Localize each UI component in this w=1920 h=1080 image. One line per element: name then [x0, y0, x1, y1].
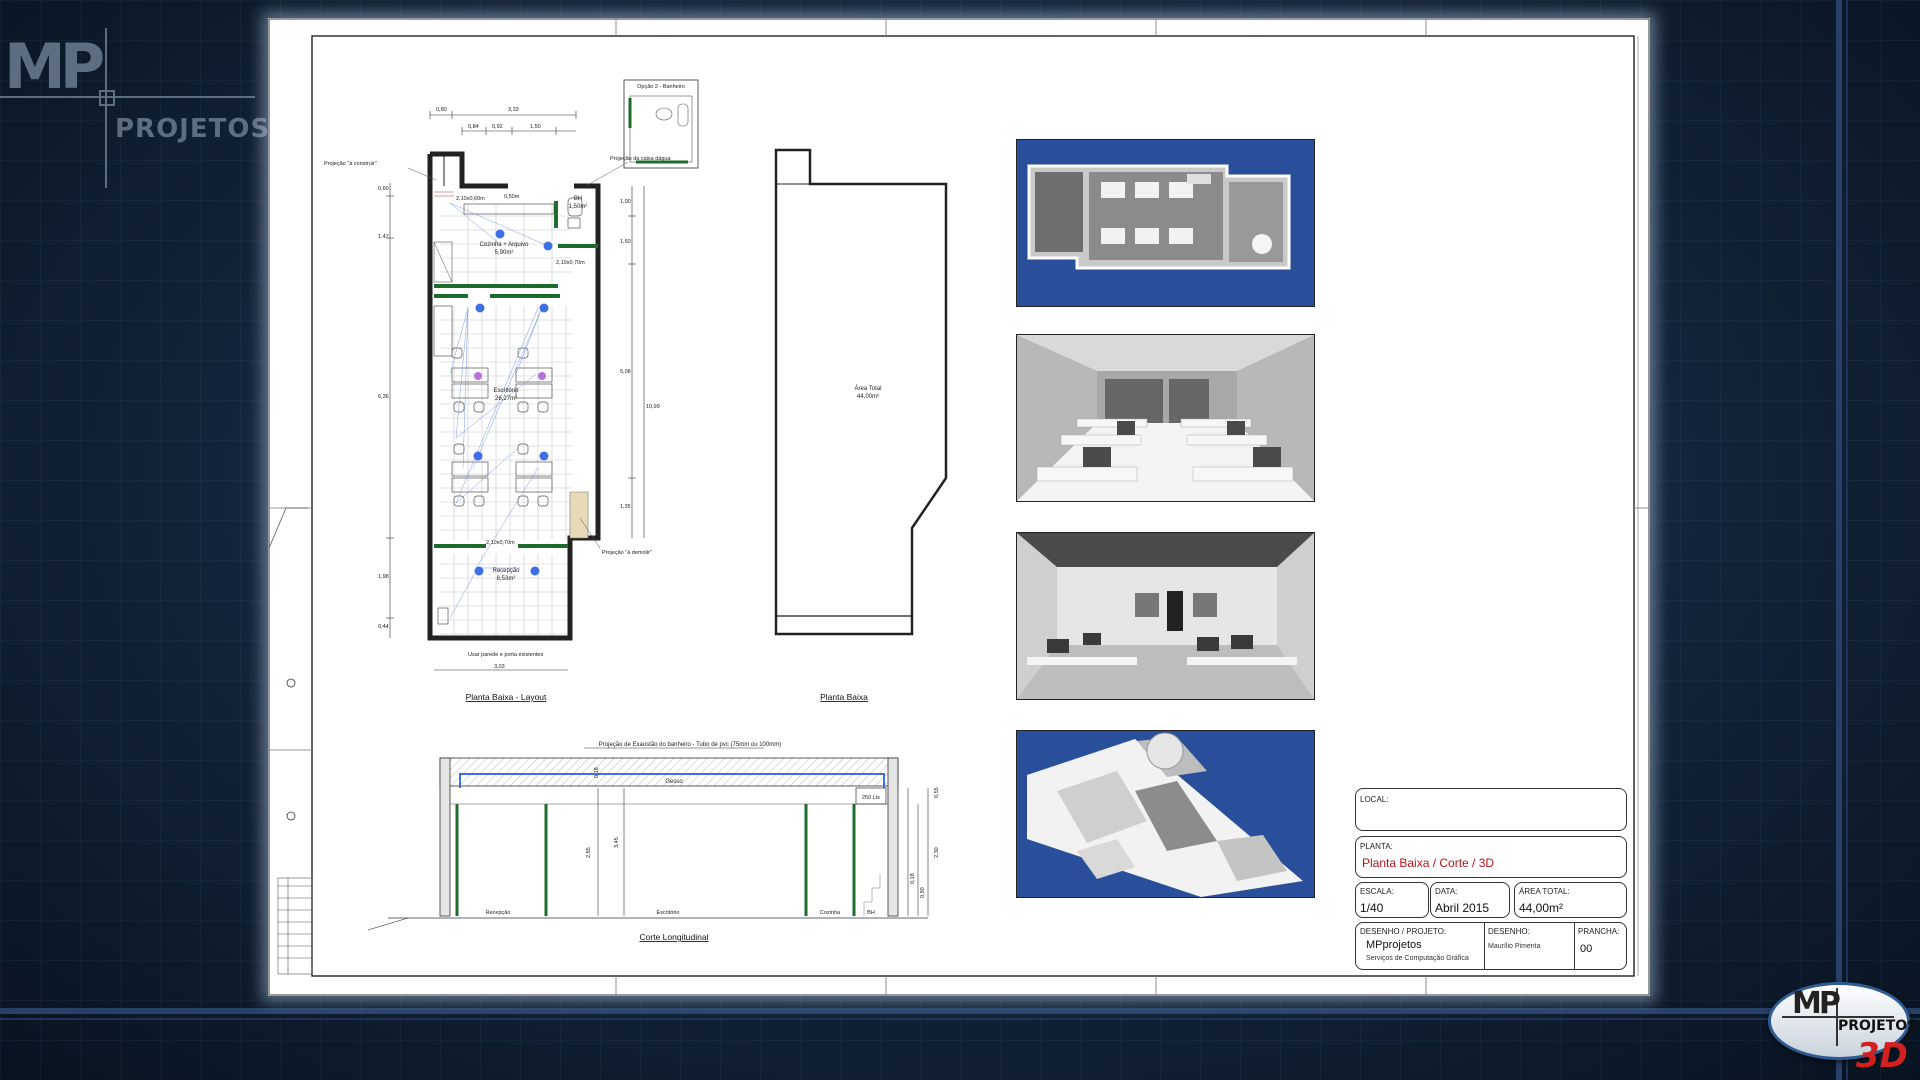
bottom-stripe [0, 1008, 1920, 1014]
tag-label: 0,50m [504, 194, 520, 200]
punch-hole [286, 811, 296, 821]
room-name-kitchen: Cozinha + Arquivo [480, 242, 530, 248]
floorplan-dims: 0,80 3,33 0,84 0,92 1,50 0,60 1,47 6,36 … [378, 107, 660, 670]
section-gesso: Gesso [665, 779, 683, 785]
dim-label: 1,00 [620, 199, 631, 205]
render-office-view-2 [1016, 532, 1315, 700]
dim-label: 0,60 [378, 186, 389, 192]
data-label: DATA: [1435, 887, 1458, 896]
right-stripe-thin [1846, 0, 1848, 1080]
logo-br-mp: MP [1792, 986, 1841, 1021]
desenho-value: Maurílio Pimenta [1488, 943, 1541, 950]
tag-label: 2,10x0,60m [456, 196, 485, 202]
dim-label: 3,03 [494, 664, 505, 670]
title-block-planta: PLANTA: Planta Baixa / Corte / 3D [1355, 836, 1627, 878]
dim-label: 1,47 [378, 234, 389, 240]
title-block-area: ÁREA TOTAL: 44,00m² [1514, 882, 1627, 918]
room-area-wc: 1,50m² [569, 204, 588, 210]
escala-value: 1/40 [1360, 901, 1384, 915]
bottom-stripe-thin [0, 1018, 1920, 1020]
render-3d-axonometric [1016, 730, 1315, 898]
plan-title: Planta Baixa [820, 692, 868, 702]
planta-label: PLANTA: [1360, 842, 1393, 851]
projeto-label: DESENHO / PROJETO: [1360, 927, 1447, 936]
section-title: Corte Longitudinal [640, 932, 709, 942]
prancha-value: 00 [1580, 943, 1593, 955]
dim-label: 6,36 [378, 394, 389, 400]
note-build: Projeção "à construir" [324, 161, 377, 167]
tag-label: 2,10x0,70m [556, 260, 585, 266]
dim-label: 1,60 [620, 239, 631, 245]
floorplan-title: Planta Baixa - Layout [466, 692, 547, 702]
right-stripe [1836, 0, 1842, 1080]
plan-area-label: Área Total [855, 385, 882, 392]
section-cut: Projeção de Exaustão do banheiro - Tubo … [367, 742, 940, 942]
section-dim: 2,85 [586, 847, 592, 858]
section-dim: 3,45 [614, 837, 620, 848]
room-area-kitchen: 5,90m² [495, 250, 514, 256]
planta-value: Planta Baixa / Corte / 3D [1362, 856, 1495, 870]
data-value: Abril 2015 [1435, 901, 1490, 915]
plan-outline: Área Total 44,00m² Planta Baixa [774, 148, 948, 702]
section-room: Cozinha [820, 910, 841, 916]
dim-label: 3,33 [508, 107, 519, 113]
plan-area-value: 44,00m² [857, 394, 879, 400]
section-room: Escritório [657, 910, 680, 916]
section-dim: 0,90 [920, 887, 926, 898]
dim-label: 0,92 [492, 124, 503, 130]
section-tank: 250 Lts [862, 795, 880, 801]
title-block-local: LOCAL: [1355, 788, 1627, 831]
punch-hole [286, 678, 296, 688]
floorplan-layout: 0,80 3,33 0,84 0,92 1,50 0,60 1,47 6,36 … [324, 79, 699, 702]
logo-br-projetos: PROJETOS [1838, 1018, 1918, 1034]
title-block-escala: ESCALA: 1/40 [1355, 882, 1429, 918]
render-office-view-1 [1016, 334, 1315, 502]
logo-mp-text: MP [4, 30, 105, 103]
section-dim: 2,30 [934, 847, 940, 858]
local-label: LOCAL: [1360, 795, 1389, 804]
section-note: Projeção de Exaustão do banheiro - Tubo … [599, 742, 781, 748]
dim-label: 1,50 [530, 124, 541, 130]
note-existing-wall: Usar parede e porta existentes [468, 652, 543, 658]
desenho-label: DESENHO: [1488, 927, 1530, 936]
drawing-sheet: 0,80 3,33 0,84 0,92 1,50 0,60 1,47 6,36 … [268, 18, 1650, 996]
section-dim: 0,55 [934, 787, 940, 798]
mp-projetos-3d-logo: MP PROJETOS 3D [1764, 978, 1918, 1078]
note-demolish: Projeção "à demolir" [602, 550, 652, 556]
room-area-office: 26,27m² [495, 396, 517, 402]
logo-projetos-text: PROJETOS [115, 114, 271, 144]
title-block-projeto: DESENHO / PROJETO: MPprojetos Serviços d… [1355, 922, 1627, 970]
title-block-data: DATA: Abril 2015 [1430, 882, 1510, 918]
escala-label: ESCALA: [1360, 887, 1394, 896]
bathroom-option-box [623, 79, 699, 169]
mp-projetos-logo-top: MP PROJETOS [0, 28, 269, 198]
dim-label: 0,80 [436, 107, 447, 113]
dim-label: 0,84 [468, 124, 479, 130]
room-name-reception: Recepção [492, 568, 520, 574]
area-value: 44,00m² [1519, 901, 1564, 915]
logo-br-3d: 3D [1856, 1036, 1908, 1076]
section-dim: 0,18 [910, 873, 916, 884]
tag-label: 2,10x0,70m [486, 540, 515, 546]
room-name-office: Escritório [493, 388, 519, 394]
room-name-wc: BH [574, 196, 582, 202]
dim-label: 1,98 [378, 574, 389, 580]
bathroom-option-title: Opção 2 - Banheiro [637, 84, 685, 90]
dim-label: 0,44 [378, 624, 389, 630]
note-water-tank: Projeção da caixa dágua [610, 156, 671, 162]
prancha-label: PRANCHA: [1578, 927, 1620, 936]
dim-label: 10,99 [646, 404, 660, 410]
projeto-sub: Serviços de Computação Gráfica [1366, 955, 1469, 962]
dim-label: 5,08 [620, 369, 631, 375]
section-room: BH [867, 910, 875, 916]
dim-label: 1,35 [620, 504, 631, 510]
room-area-reception: 8,53m² [497, 576, 516, 582]
render-top-view [1016, 139, 1315, 307]
section-dim: 0,18 [594, 767, 600, 778]
section-room: Recepção [486, 910, 511, 916]
area-label: ÁREA TOTAL: [1519, 887, 1570, 896]
projeto-value: MPprojetos [1366, 939, 1422, 951]
